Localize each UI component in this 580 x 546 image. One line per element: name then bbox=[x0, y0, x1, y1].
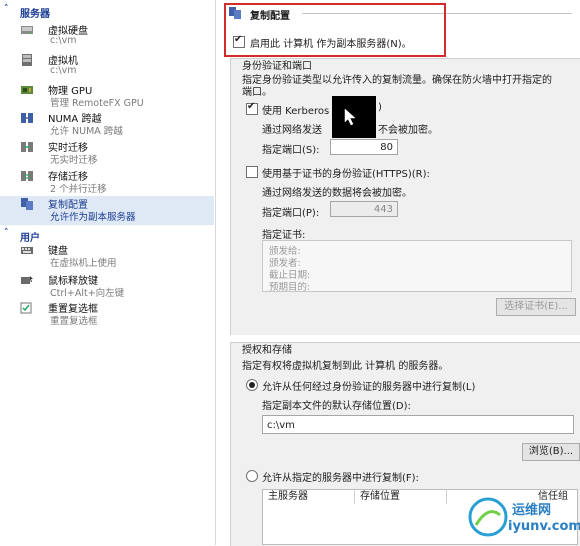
kerberos-label-tail: ) bbox=[378, 102, 382, 113]
auth-group-title: 身份验证和端口 bbox=[242, 61, 312, 72]
certificate-auth-checkbox[interactable] bbox=[246, 166, 258, 178]
allow-any-server-label: 允许从任何经过身份验证的服务器中进行复制(L) bbox=[262, 382, 476, 393]
numa-icon bbox=[21, 113, 33, 123]
storage-location-label: 指定副本文件的默认存储位置(D): bbox=[262, 401, 411, 412]
certificate-field-label: 指定证书: bbox=[262, 230, 306, 241]
browse-button[interactable]: 浏览(B)... bbox=[522, 443, 580, 461]
nav-item-numa-spanning[interactable]: NUMA 跨越 允许 NUMA 跨越 bbox=[0, 110, 214, 138]
settings-detail-pane: 复制配置 启用此 计算机 作为副本服务器(N)。 身份验证和端口 指定身份验证类… bbox=[216, 0, 580, 546]
storage-location-input[interactable]: c:\vm bbox=[262, 415, 574, 434]
nav-item-keyboard[interactable]: 键盘 在虚拟机上使用 bbox=[0, 242, 214, 270]
kerberos-description-tail: 不会被加密。 bbox=[378, 125, 438, 136]
settings-nav-pane: ˄ 服务器 虚拟硬盘 c:\vm 虚拟机 c:\vm 物理 GPU 管理 Rem… bbox=[0, 0, 216, 545]
section-header-user[interactable]: ˄ 用户 bbox=[0, 228, 215, 244]
kerberos-port-label: 指定端口(S): bbox=[262, 145, 320, 156]
kerberos-checkbox[interactable] bbox=[246, 101, 258, 115]
column-header-storage-location[interactable]: 存储位置 bbox=[355, 490, 447, 504]
nav-item-virtual-hard-disks[interactable]: 虚拟硬盘 c:\vm bbox=[0, 22, 214, 50]
vm-icon bbox=[22, 54, 32, 66]
collapse-chevron-icon[interactable]: ˄ bbox=[4, 4, 9, 14]
enable-replica-server-checkbox[interactable] bbox=[233, 34, 245, 48]
mouse-pointer-icon bbox=[344, 108, 356, 126]
nav-item-replication-configuration[interactable]: 复制配置 允许作为副本服务器 bbox=[0, 196, 214, 225]
storage-migration-icon bbox=[21, 171, 33, 181]
migration-icon bbox=[21, 142, 33, 152]
watermark-logo-icon bbox=[468, 497, 508, 537]
allow-specified-servers-radio[interactable] bbox=[246, 470, 258, 482]
column-header-primary-server[interactable]: 主服务器 bbox=[263, 490, 355, 504]
gpu-icon bbox=[21, 86, 33, 94]
section-header-server[interactable]: ˄ 服务器 bbox=[0, 4, 215, 20]
reset-icon bbox=[20, 302, 32, 314]
select-certificate-button[interactable]: 选择证书(E)... bbox=[496, 298, 576, 316]
nav-item-live-migration[interactable]: 实时迁移 无实时迁移 bbox=[0, 139, 214, 167]
authz-description: 指定有权将虚拟机复制到此 计算机 的服务器。 bbox=[242, 361, 449, 372]
nav-item-physical-gpu[interactable]: 物理 GPU 管理 RemoteFX GPU bbox=[0, 82, 214, 110]
certificate-port-input[interactable]: 443 bbox=[330, 201, 398, 217]
auth-description-line2: 端口。 bbox=[242, 87, 272, 98]
watermark-url: iyunv.com bbox=[508, 519, 580, 534]
allow-specified-servers-label: 允许从指定的服务器中进行复制(F): bbox=[262, 473, 419, 484]
certificate-auth-label: 使用基于证书的身份验证(HTTPS)(R): bbox=[262, 169, 430, 180]
certificate-port-label: 指定端口(P): bbox=[262, 208, 320, 219]
disk-icon bbox=[21, 26, 33, 34]
mouse-icon bbox=[21, 276, 33, 284]
auth-description: 指定身份验证类型以允许传入的复制流量。确保在防火墙中打开指定的 bbox=[242, 75, 552, 86]
keyboard-icon bbox=[21, 247, 33, 254]
site-watermark: 运维网 iyunv.com bbox=[466, 493, 580, 543]
nav-item-virtual-machines[interactable]: 虚拟机 c:\vm bbox=[0, 52, 214, 80]
watermark-brand: 运维网 bbox=[512, 503, 552, 518]
recording-overlay bbox=[332, 96, 376, 138]
nav-item-reset-check-boxes[interactable]: 重置复选框 重置复选框 bbox=[0, 300, 214, 328]
kerberos-label: 使用 Kerberos ( bbox=[262, 106, 337, 117]
certificate-auth-description: 通过网络发送的数据将会被加密。 bbox=[262, 188, 412, 199]
replication-icon bbox=[21, 198, 33, 210]
nav-item-storage-migration[interactable]: 存储迁移 2 个并行迁移 bbox=[0, 168, 214, 196]
kerberos-description: 通过网络发送 bbox=[262, 125, 322, 136]
kerberos-port-input[interactable]: 80 bbox=[330, 139, 398, 155]
certificate-details-box: 颁发给: 颁发者: 截止日期: 预期目的: bbox=[262, 240, 572, 293]
collapse-chevron-icon[interactable]: ˄ bbox=[4, 228, 9, 238]
enable-replica-server-label: 启用此 计算机 作为副本服务器(N)。 bbox=[250, 39, 412, 50]
nav-item-mouse-release-key[interactable]: 鼠标释放键 Ctrl+Alt+向左键 bbox=[0, 272, 214, 300]
authz-group-title: 授权和存储 bbox=[242, 345, 292, 356]
allow-any-server-radio[interactable] bbox=[246, 379, 258, 391]
